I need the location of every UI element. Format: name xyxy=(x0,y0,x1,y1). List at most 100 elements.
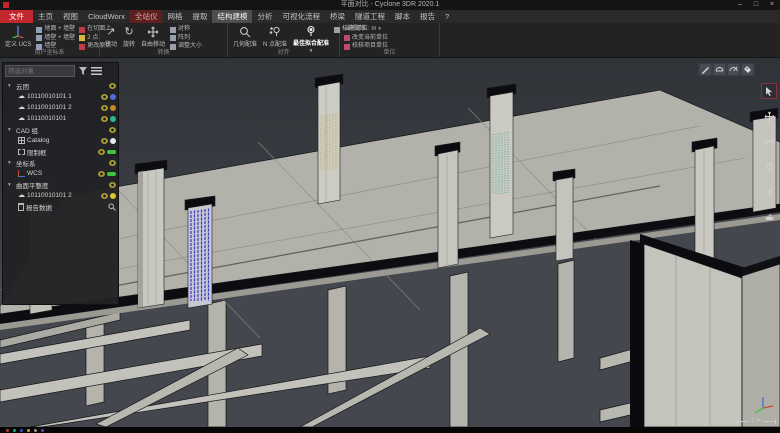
tree-item-limit-box[interactable]: 限制框 xyxy=(5,146,116,157)
current-units-dropdown[interactable]: 当前单位: m▾ xyxy=(344,26,388,34)
tab-report[interactable]: 报告 xyxy=(415,10,440,23)
tab-home[interactable]: 主页 xyxy=(33,10,58,23)
caret-down-icon[interactable]: ▾ xyxy=(8,127,14,133)
close-button[interactable]: × xyxy=(764,0,780,10)
color-swatch[interactable] xyxy=(110,138,116,144)
tree-group-clouds[interactable]: ▾ 云团 xyxy=(5,80,116,91)
tree-group-label: 曲面平整度 xyxy=(16,180,107,190)
move-button[interactable]: ↗ 移动 xyxy=(104,25,118,49)
object-tree-panel: ▾ 云团 ☁ 10110010101 1 ☁ 10110010101 2 ☁ 1… xyxy=(2,62,119,305)
tree-item-cloud-1[interactable]: ☁ 10110010101 1 xyxy=(5,91,116,102)
array-item[interactable]: 阵列 xyxy=(170,35,202,43)
tree-item-cloud-2[interactable]: ☁ 10110010101 2 xyxy=(5,102,116,113)
scale-bar: 1 m xyxy=(736,418,776,424)
measure-angle-button[interactable] xyxy=(728,64,739,75)
point-cloud-icon: ☁ xyxy=(18,192,25,199)
tree-panel-header xyxy=(5,65,116,77)
color-swatch[interactable] xyxy=(110,94,116,100)
orbit-button[interactable] xyxy=(761,158,777,174)
select-cursor-button[interactable] xyxy=(761,83,777,99)
maximize-button[interactable]: □ xyxy=(748,0,764,10)
tab-mesh[interactable]: 网格 xyxy=(162,10,187,23)
tree-item-cloud-3[interactable]: ☁ 10110010101 xyxy=(5,113,116,124)
tree-item-wcs[interactable]: WCS xyxy=(5,168,116,179)
tab-cloudworx[interactable]: CloudWorx xyxy=(83,10,130,23)
magnifier-icon[interactable] xyxy=(108,203,116,211)
tree-item-report-data[interactable]: 报告数据 xyxy=(5,201,116,212)
tree-item-catalog[interactable]: Catalog xyxy=(5,135,116,146)
units-col: 当前单位: m▾ 改变当前单位 校核项目单位 xyxy=(344,25,388,49)
magnifier-pin-icon xyxy=(239,25,251,38)
taskbar-icon xyxy=(20,429,23,432)
walk-mode-button[interactable] xyxy=(761,208,777,224)
panel-menu-icon[interactable] xyxy=(91,67,102,75)
point-cloud-icon: ☁ xyxy=(18,115,25,122)
caret-down-icon[interactable]: ▾ xyxy=(8,83,14,89)
rotate-button[interactable]: ↻ 旋转 xyxy=(122,25,136,49)
tab-visual-flow[interactable]: 可视化流程 xyxy=(277,10,325,23)
visibility-eye-icon[interactable] xyxy=(101,193,108,199)
free-move-button[interactable]: 自由移动 xyxy=(140,25,166,49)
toggle-pill[interactable] xyxy=(107,172,116,176)
color-swatch[interactable] xyxy=(110,193,116,199)
ucs-ground-wall[interactable]: 地面 + 墙壁 xyxy=(36,26,75,34)
annotate-pen-button[interactable] xyxy=(700,64,711,75)
tab-view[interactable]: 视图 xyxy=(58,10,83,23)
visibility-eye-icon[interactable] xyxy=(98,171,105,177)
minimize-button[interactable]: – xyxy=(732,0,748,10)
color-swatch[interactable] xyxy=(110,116,116,122)
visibility-eye-icon[interactable] xyxy=(101,138,108,144)
mirror-item[interactable]: 对称 xyxy=(170,26,202,34)
geometric-registration-button[interactable]: 几何配准 xyxy=(232,25,258,49)
ribbon: 定义 UCS 地面 + 墙壁 墙壁 + 墙壁 墙壁 在切面上 2 点 更改原点 … xyxy=(0,23,780,58)
tab-bridge[interactable]: 桥梁 xyxy=(325,10,350,23)
limit-box-icon xyxy=(18,149,25,155)
visibility-eye-icon[interactable] xyxy=(109,127,116,133)
tab-structure-modeling[interactable]: 结构建模 xyxy=(212,10,252,23)
tree-group-cad[interactable]: ▾ CAD 组 xyxy=(5,124,116,135)
measure-distance-button[interactable] xyxy=(714,64,725,75)
toggle-pill[interactable] xyxy=(107,150,116,154)
tab-help[interactable]: ? xyxy=(440,10,454,23)
visibility-eye-icon[interactable] xyxy=(109,182,116,188)
label-tag-button[interactable] xyxy=(742,64,753,75)
visibility-eye-icon[interactable] xyxy=(101,105,108,111)
ucs-axes-icon xyxy=(11,25,25,38)
scale-label: 1 m xyxy=(749,418,762,424)
rotate-icon: ↻ xyxy=(124,25,133,38)
visibility-eye-icon[interactable] xyxy=(101,94,108,100)
color-swatch[interactable] xyxy=(110,105,116,111)
best-fit-registration-button[interactable]: 最佳拟合配准 ▾ xyxy=(292,25,330,49)
units-dropdown-caret: ▾ xyxy=(378,26,381,34)
tab-analysis[interactable]: 分析 xyxy=(252,10,277,23)
tree-item-cloud-4[interactable]: ☁ 10110010101 2 xyxy=(5,190,116,201)
taskbar-icon xyxy=(27,429,30,432)
filter-input[interactable] xyxy=(5,65,75,77)
ucs-wall-wall[interactable]: 墙壁 + 墙壁 xyxy=(36,35,75,43)
tab-tunnel[interactable]: 隧道工程 xyxy=(350,10,390,23)
visibility-eye-icon[interactable] xyxy=(101,116,108,122)
window-title: 平面对比 - Cyclone 3DR 2020.1 xyxy=(0,0,780,10)
mirror-icon xyxy=(170,27,176,33)
tree-group-coordinate-systems[interactable]: ▾ 坐标系 xyxy=(5,157,116,168)
change-units-item[interactable]: 改变当前单位 xyxy=(344,35,388,43)
tab-total-station[interactable]: 全站仪 xyxy=(130,10,163,23)
fit-width-button[interactable] xyxy=(761,133,777,149)
tab-file[interactable]: 文件 xyxy=(0,10,33,23)
n-point-registration-button[interactable]: N 点配准 xyxy=(262,25,288,49)
filter-funnel-icon[interactable] xyxy=(78,66,88,76)
caret-down-icon[interactable]: ▾ xyxy=(8,160,14,166)
visibility-eye-icon[interactable] xyxy=(98,149,105,155)
visibility-eye-icon[interactable] xyxy=(109,160,116,166)
tree-item-label: Catalog xyxy=(27,137,99,144)
tab-script[interactable]: 脚本 xyxy=(390,10,415,23)
fly-through-button[interactable] xyxy=(761,183,777,199)
caret-down-icon[interactable]: ▾ xyxy=(8,182,14,188)
points-pin-icon xyxy=(269,25,281,38)
visibility-eye-icon[interactable] xyxy=(109,83,116,89)
pan-button[interactable] xyxy=(761,108,777,124)
tab-extract[interactable]: 提取 xyxy=(187,10,212,23)
define-ucs-button[interactable]: 定义 UCS xyxy=(4,25,32,49)
ribbon-group-align: 几何配准 N 点配准 最佳拟合配准 ▾ 标靶配准 对齐 xyxy=(228,23,340,57)
tree-group-surface-flatness[interactable]: ▾ 曲面平整度 xyxy=(5,179,116,190)
